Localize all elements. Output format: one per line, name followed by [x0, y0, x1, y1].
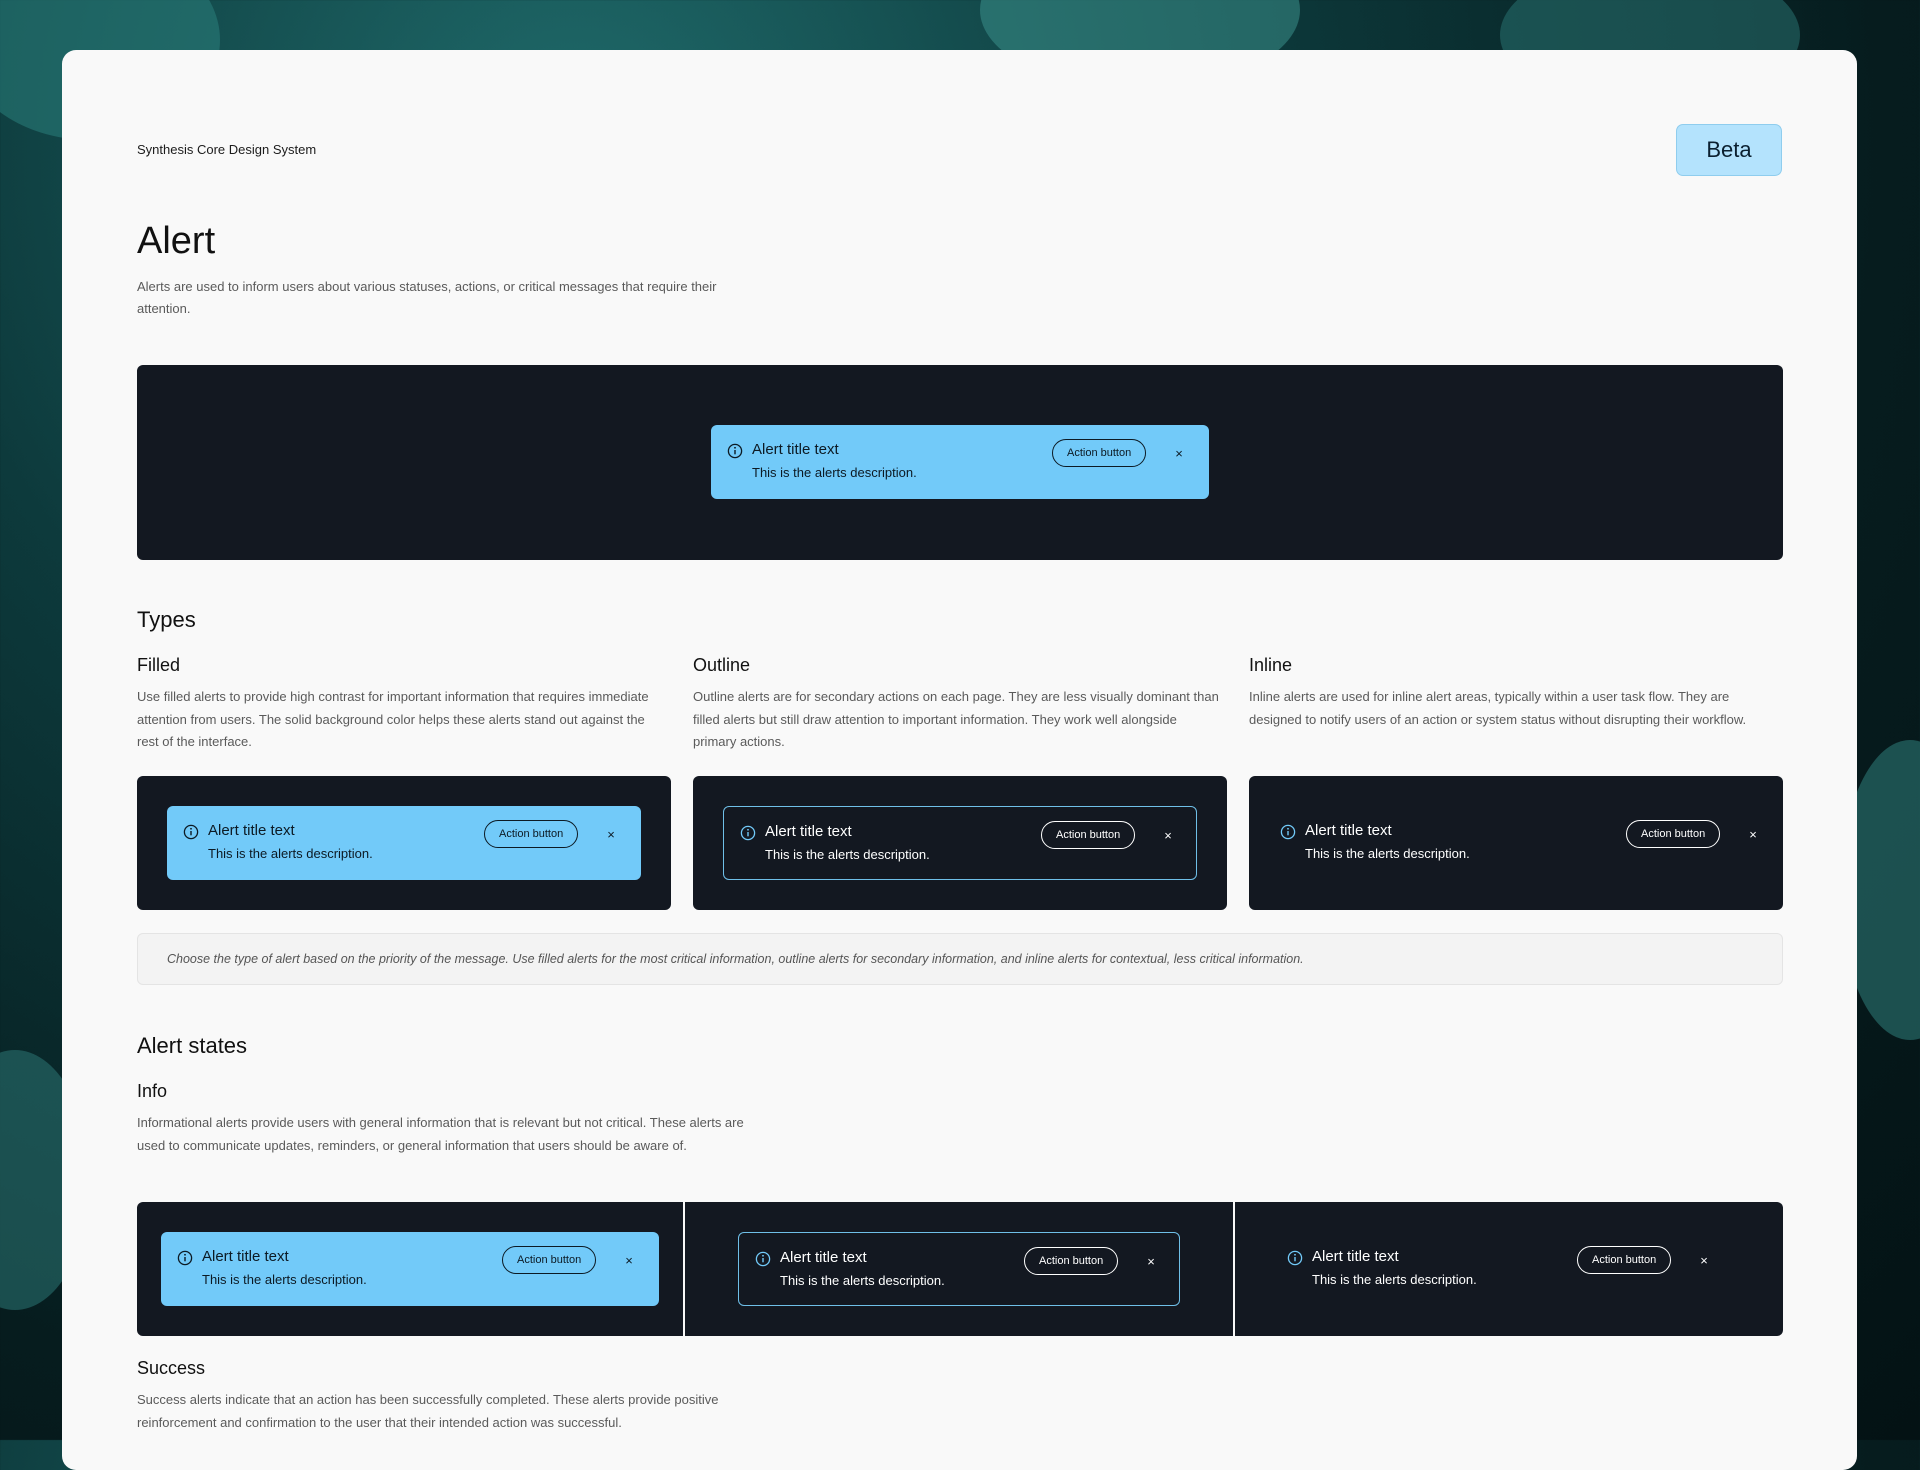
close-icon[interactable]: × [1742, 823, 1764, 845]
inline-preview: Alert title text This is the alerts desc… [1249, 776, 1783, 910]
alert-title: Alert title text [780, 1249, 867, 1266]
type-filled-description: Use filled alerts to provide high contra… [137, 689, 649, 749]
alert-description: This is the alerts description. [208, 846, 373, 861]
types-guidance-note: Choose the type of alert based on the pr… [137, 933, 1783, 985]
alert-filled: Alert title text This is the alerts desc… [167, 806, 641, 880]
close-icon[interactable]: × [1140, 1250, 1162, 1272]
close-icon[interactable]: × [1157, 824, 1179, 846]
alert-action-button[interactable]: Action button [1052, 439, 1147, 467]
state-info-heading: Info [137, 1081, 168, 1101]
alert-action-button[interactable]: Action button [1024, 1247, 1119, 1275]
hero-preview: Alert title text This is the alerts desc… [137, 365, 1783, 560]
alert-filled-hero: Alert title text This is the alerts desc… [711, 425, 1209, 499]
alert-description: This is the alerts description. [780, 1273, 945, 1288]
alert-action-button[interactable]: Action button [502, 1246, 597, 1274]
state-success-description: Success alerts indicate that an action h… [137, 1392, 719, 1430]
alert-info-outline: Alert title text This is the alerts desc… [738, 1232, 1180, 1306]
info-circle-icon [177, 1250, 193, 1266]
outline-preview: Alert title text This is the alerts desc… [693, 776, 1227, 910]
info-circle-icon [1280, 824, 1296, 840]
beta-badge: Beta [1676, 124, 1782, 176]
alert-description: This is the alerts description. [752, 465, 917, 480]
type-inline-description: Inline alerts are used for inline alert … [1249, 689, 1747, 727]
page-title: Alert [137, 220, 216, 262]
types-heading: Types [137, 607, 196, 632]
alert-info-inline: Alert title text This is the alerts desc… [1271, 1232, 1741, 1306]
close-icon[interactable]: × [1693, 1249, 1715, 1271]
alert-action-button[interactable]: Action button [484, 820, 579, 848]
alert-action-button[interactable]: Action button [1626, 820, 1721, 848]
info-circle-icon [755, 1251, 771, 1267]
alert-title: Alert title text [765, 823, 852, 840]
type-filled-heading: Filled [137, 655, 181, 675]
alert-description: This is the alerts description. [765, 847, 930, 862]
brand-name: Synthesis Core Design System [137, 142, 317, 157]
type-outline-heading: Outline [693, 655, 751, 675]
close-icon[interactable]: × [618, 1249, 640, 1271]
alert-inline: Alert title text This is the alerts desc… [1264, 806, 1768, 880]
alert-title: Alert title text [752, 441, 839, 458]
alert-title: Alert title text [1312, 1248, 1399, 1265]
alert-title: Alert title text [208, 822, 295, 839]
type-inline-heading: Inline [1249, 655, 1293, 675]
info-circle-icon [740, 825, 756, 841]
info-circle-icon [727, 443, 743, 459]
info-state-preview: Alert title text This is the alerts desc… [137, 1202, 1783, 1336]
alert-title: Alert title text [202, 1248, 289, 1265]
alert-info-filled: Alert title text This is the alerts desc… [161, 1232, 659, 1306]
close-icon[interactable]: × [600, 823, 622, 845]
preview-divider [683, 1202, 685, 1336]
page-description: Alerts are used to inform users about va… [137, 279, 717, 316]
alert-description: This is the alerts description. [1312, 1272, 1477, 1287]
alert-title: Alert title text [1305, 822, 1392, 839]
alert-action-button[interactable]: Action button [1577, 1246, 1672, 1274]
state-info-description: Informational alerts provide users with … [137, 1115, 744, 1153]
state-success-heading: Success [137, 1358, 206, 1378]
alert-states-heading: Alert states [137, 1033, 248, 1058]
type-outline-description: Outline alerts are for secondary actions… [693, 689, 1219, 749]
alert-action-button[interactable]: Action button [1041, 821, 1136, 849]
info-circle-icon [1287, 1250, 1303, 1266]
alert-description: This is the alerts description. [202, 1272, 367, 1287]
close-icon[interactable]: × [1168, 442, 1190, 464]
info-circle-icon [183, 824, 199, 840]
alert-outline: Alert title text This is the alerts desc… [723, 806, 1197, 880]
preview-divider [1233, 1202, 1235, 1336]
alert-description: This is the alerts description. [1305, 846, 1470, 861]
content-card: Synthesis Core Design System Beta Alert … [62, 50, 1857, 1470]
filled-preview: Alert title text This is the alerts desc… [137, 776, 671, 910]
